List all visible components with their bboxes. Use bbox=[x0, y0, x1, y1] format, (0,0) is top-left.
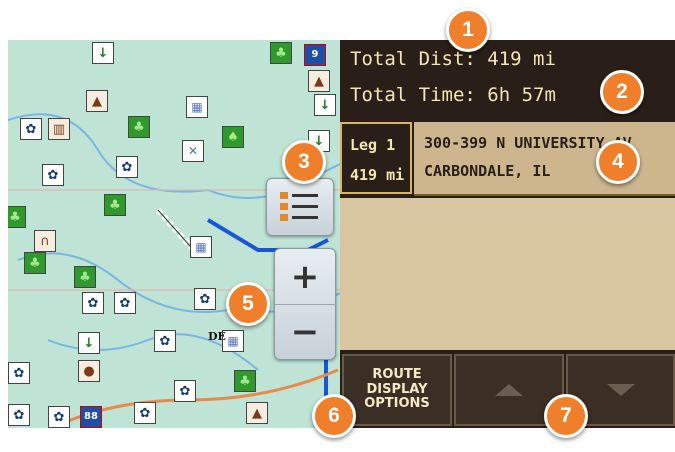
callout-2: 2 bbox=[600, 70, 644, 114]
leg-box[interactable]: Leg 1 419 mi bbox=[340, 122, 412, 194]
leg-list-empty-area bbox=[340, 198, 675, 350]
callout-5: 5 bbox=[226, 282, 270, 326]
list-icon bbox=[280, 192, 318, 221]
forest-icon: ♠ bbox=[222, 126, 244, 148]
paw-icon: ✿ bbox=[114, 292, 136, 314]
zoom-control: + − bbox=[274, 248, 336, 360]
callout-6: 6 bbox=[312, 394, 356, 438]
paw-icon: ✿ bbox=[154, 330, 176, 352]
city-icon: ▦ bbox=[190, 236, 212, 258]
paw-icon: ✿ bbox=[8, 362, 30, 384]
callout-1: 1 bbox=[446, 8, 490, 52]
address-line-2: CARBONDALE, IL bbox=[424, 162, 551, 180]
zoom-out-button[interactable]: − bbox=[275, 304, 335, 359]
city-icon: ✕ bbox=[182, 140, 204, 162]
route-list-button[interactable] bbox=[266, 178, 334, 236]
paw-icon: ✿ bbox=[82, 292, 104, 314]
paw-icon: ✿ bbox=[194, 288, 216, 310]
total-distance: Total Dist: 419 mi bbox=[350, 48, 556, 70]
paw-icon: ✿ bbox=[116, 156, 138, 178]
paw-icon: ✿ bbox=[8, 404, 30, 426]
chevron-up-icon bbox=[495, 384, 523, 396]
forest-icon: ♣ bbox=[234, 370, 256, 392]
callout-7: 7 bbox=[544, 394, 588, 438]
callout-3: 3 bbox=[282, 140, 326, 184]
route-display-options-button[interactable]: ROUTE DISPLAY OPTIONS bbox=[342, 354, 452, 426]
forest-icon: ♣ bbox=[270, 42, 292, 64]
route-display-label-3: OPTIONS bbox=[364, 396, 430, 412]
chevron-down-icon bbox=[606, 384, 635, 396]
route-display-label-1: ROUTE bbox=[372, 366, 422, 382]
paw-icon: ✿ bbox=[48, 406, 70, 428]
tent-icon: ∩ bbox=[34, 230, 56, 252]
callout-4: 4 bbox=[596, 140, 640, 184]
arrow-down-icon: ↓ bbox=[92, 42, 114, 64]
tent-icon: ▲ bbox=[308, 70, 330, 92]
arrow-down-icon: ↓ bbox=[314, 94, 336, 116]
paw-icon: ✿ bbox=[174, 380, 196, 402]
leg-distance: 419 mi bbox=[350, 166, 405, 184]
tent-icon: ▲ bbox=[86, 90, 108, 112]
city-label: DE bbox=[208, 330, 226, 343]
arrow-down-icon: ↓ bbox=[78, 332, 100, 354]
forest-icon: ♣ bbox=[8, 206, 26, 228]
zoom-in-button[interactable]: + bbox=[275, 249, 335, 304]
forest-icon: ♣ bbox=[128, 116, 150, 138]
paw-icon: ✿ bbox=[42, 164, 64, 186]
tent-icon: ● bbox=[78, 360, 100, 382]
tent-icon: ▥ bbox=[48, 118, 70, 140]
interstate-shield: 88 bbox=[80, 406, 102, 428]
bottom-toolbar: ROUTE DISPLAY OPTIONS bbox=[340, 350, 675, 428]
forest-icon: ♣ bbox=[24, 252, 46, 274]
interstate-shield: 9 bbox=[304, 44, 326, 66]
forest-icon: ♣ bbox=[104, 194, 126, 216]
forest-icon: ♣ bbox=[74, 266, 96, 288]
tent-icon: ▲ bbox=[246, 402, 268, 424]
paw-icon: ✿ bbox=[134, 402, 156, 424]
city-icon: ▦ bbox=[186, 96, 208, 118]
route-display-label-2: DISPLAY bbox=[366, 381, 428, 397]
total-time: Total Time: 6h 57m bbox=[350, 84, 556, 106]
paw-icon: ✿ bbox=[20, 118, 42, 140]
leg-label: Leg 1 bbox=[350, 136, 396, 154]
